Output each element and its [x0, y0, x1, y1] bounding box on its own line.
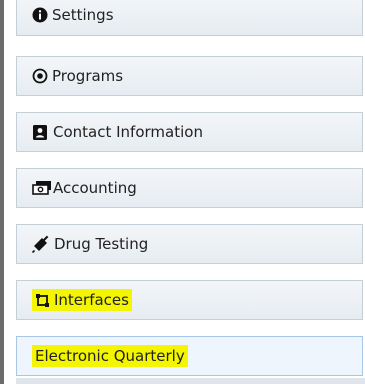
menu-item-electronic-quarterly[interactable]: Electronic Quarterly	[16, 336, 363, 376]
menu-item-accounting[interactable]: Accounting	[16, 168, 363, 208]
menu-item-label: Settings	[52, 6, 114, 24]
menu-item-label: Contact Information	[53, 123, 203, 141]
contact-card-icon	[32, 124, 49, 141]
menu-item-drug-testing[interactable]: Drug Testing	[16, 224, 363, 264]
menu-item-contact-information[interactable]: Contact Information	[16, 112, 363, 152]
syringe-icon	[32, 235, 50, 253]
menu-item-interfaces[interactable]: Interfaces	[16, 280, 363, 320]
menu-item-label: Accounting	[53, 179, 137, 197]
sidebar-frame: Settings Programs Contact Information Ac…	[0, 0, 365, 384]
menu-item-programs[interactable]: Programs	[16, 56, 363, 96]
menu-item-label: Drug Testing	[54, 235, 149, 253]
menu-bottom-edge	[16, 378, 365, 384]
info-circle-icon	[32, 7, 48, 23]
menu-item-label: Interfaces	[54, 291, 129, 309]
highlight-marker: Interfaces	[32, 289, 132, 311]
sidebar-menu: Settings Programs Contact Information Ac…	[16, 0, 365, 384]
target-circle-icon	[32, 68, 48, 84]
sidebar-left-border	[0, 0, 4, 384]
menu-item-settings[interactable]: Settings	[16, 0, 363, 36]
menu-item-label: Electronic Quarterly	[32, 345, 188, 367]
money-icon	[32, 180, 52, 196]
menu-item-label: Programs	[52, 67, 124, 85]
interfaces-icon	[35, 293, 50, 308]
